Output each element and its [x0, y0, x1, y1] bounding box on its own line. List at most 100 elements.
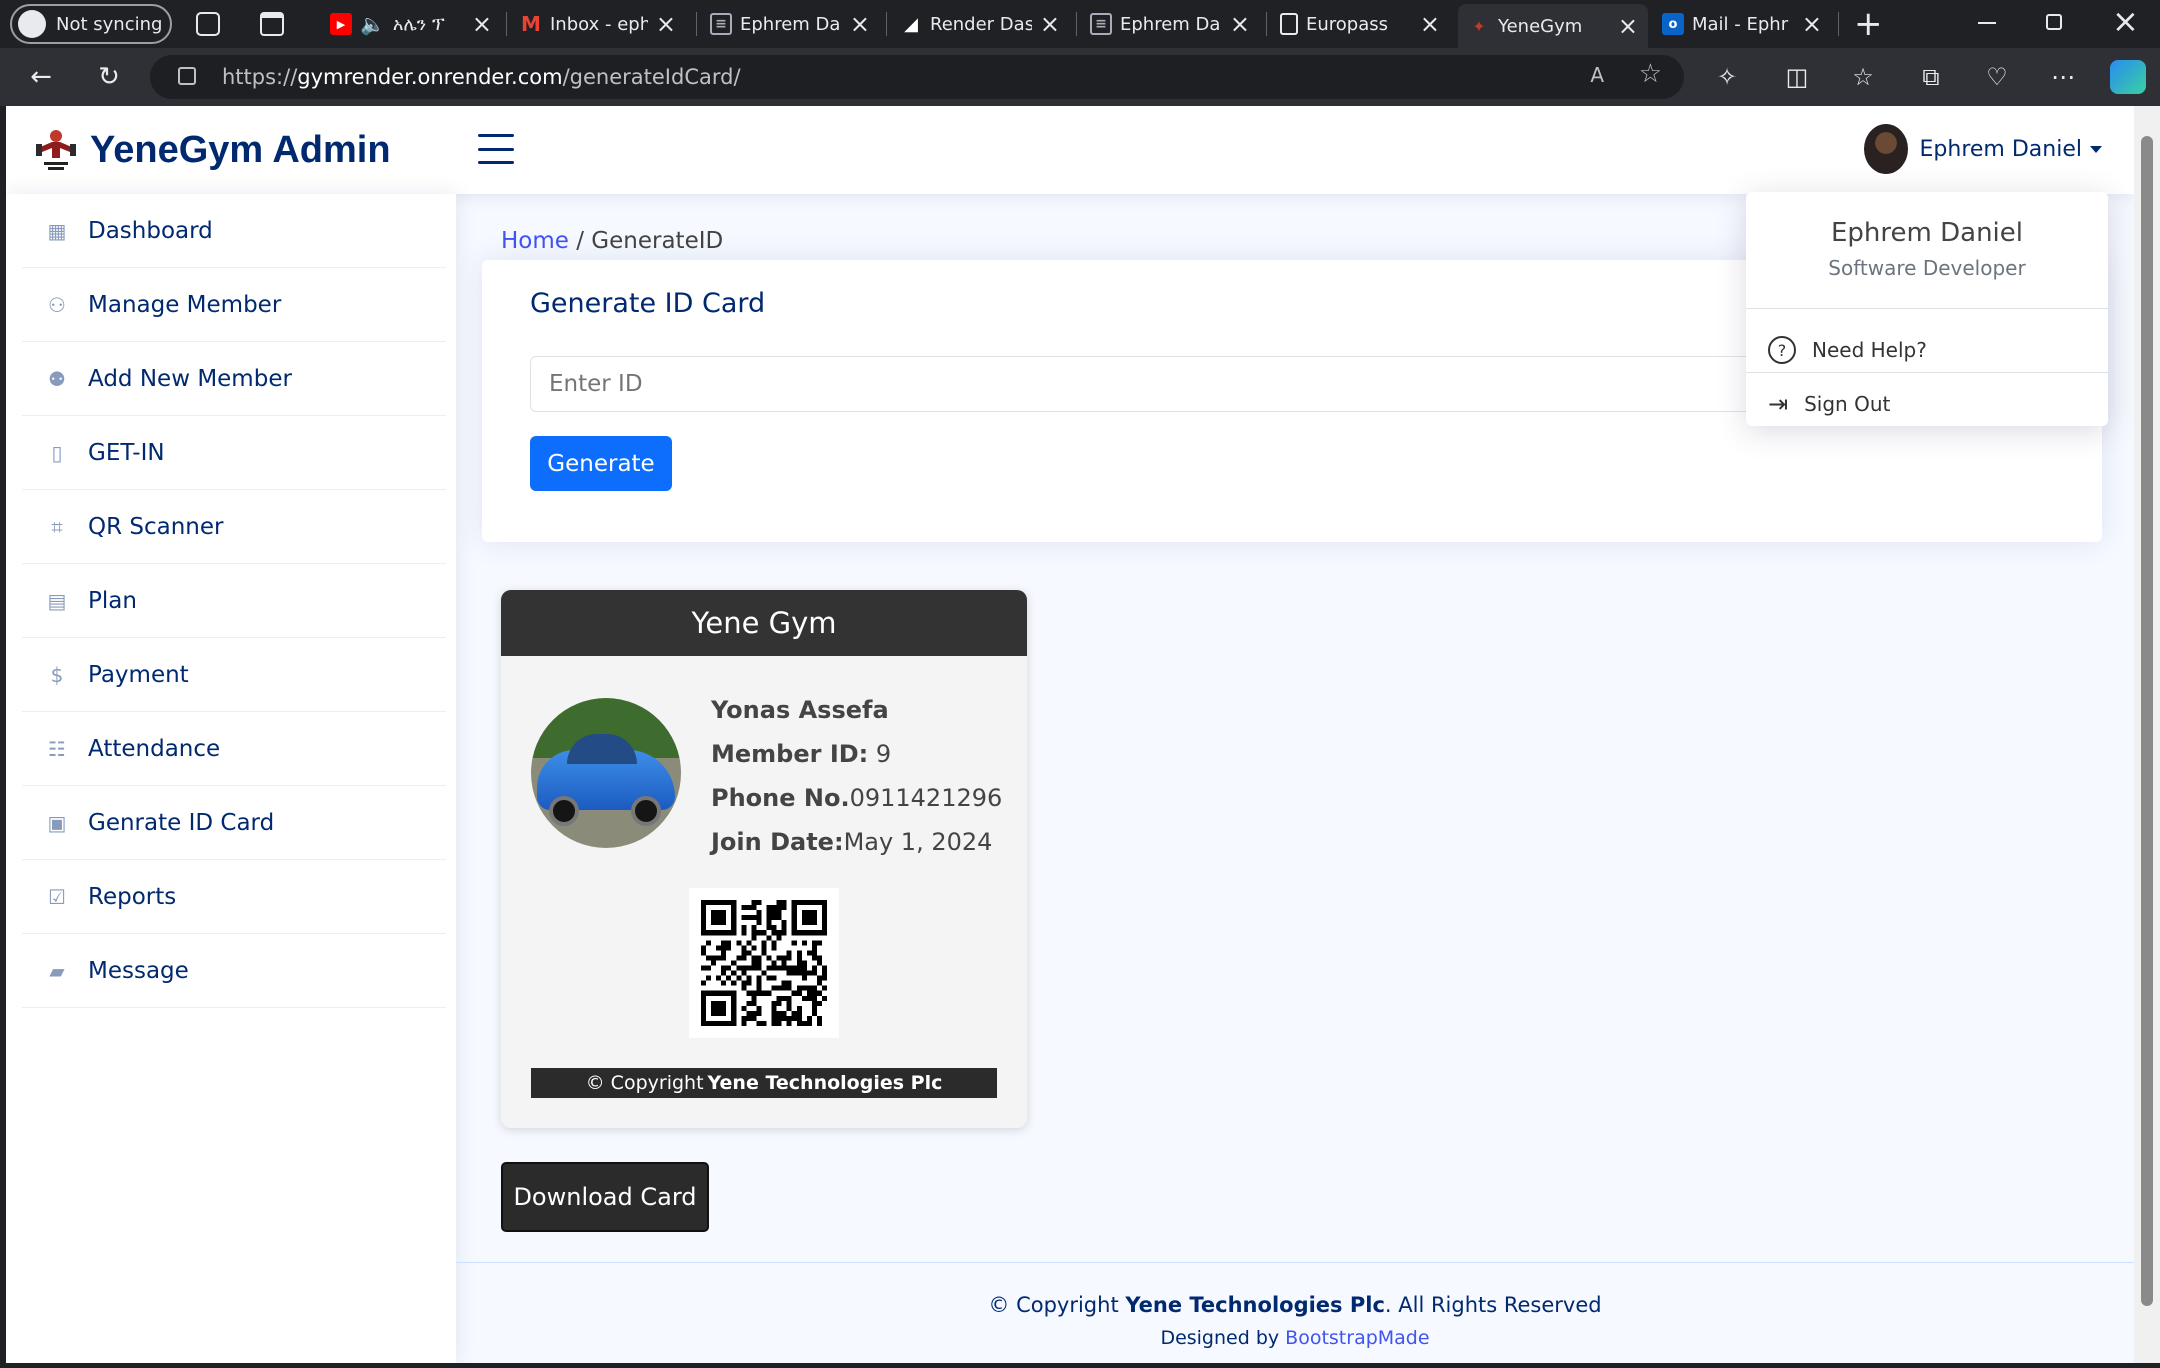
divider	[1746, 372, 2108, 373]
lock-icon	[178, 67, 196, 85]
question-circle-icon: ?	[1768, 336, 1796, 364]
split-screen-icon[interactable]: ◫	[1780, 60, 1814, 94]
url-field[interactable]: https://gymrender.onrender.com/generateI…	[150, 55, 1684, 99]
profile-dropdown-toggle[interactable]: Ephrem Daniel	[1863, 124, 2102, 174]
favorite-star-icon[interactable]: ☆	[1639, 59, 1662, 89]
sidebar-item-add-new-member[interactable]: ⚉ Add New Member	[22, 342, 446, 416]
sidebar-item-generate-id-card[interactable]: ▣ Genrate ID Card	[22, 786, 446, 860]
close-tab-icon[interactable]: ×	[1618, 12, 1638, 40]
tab-youtube[interactable]: ▶ 🔈 አሌን ፕ ×	[320, 6, 502, 42]
sidebar-item-payment[interactable]: $ Payment	[22, 638, 446, 712]
member-id-value: 9	[868, 740, 892, 768]
logo[interactable]: YeneGym Admin	[34, 128, 391, 172]
sidebar-item-message[interactable]: ▰ Message	[22, 934, 446, 1008]
read-aloud-icon[interactable]: A	[1590, 63, 1604, 87]
bootstrapmade-link[interactable]: BootstrapMade	[1285, 1327, 1429, 1349]
person-add-icon: ⚉	[48, 366, 66, 391]
avatar	[1863, 124, 1908, 174]
hamburger-menu-icon[interactable]	[478, 134, 514, 164]
chat-icon: ▰	[49, 958, 65, 983]
phone-value: 0911421296	[849, 784, 1003, 812]
tab-gmail[interactable]: M Inbox - eph ×	[510, 6, 686, 42]
tab-actions-icon[interactable]	[260, 12, 284, 36]
collections-icon[interactable]: ⧉	[1914, 60, 1948, 94]
need-help-item[interactable]: ? Need Help?	[1768, 330, 1927, 370]
close-tab-icon[interactable]: ×	[1040, 10, 1060, 38]
speaker-icon[interactable]: 🔈	[360, 12, 385, 36]
list-card-icon: ☷	[48, 736, 66, 761]
sidebar: ▦ Dashboard ⚇ Manage Member ⚉ Add New Membe…	[6, 194, 456, 1363]
check-file-icon: ☑	[48, 884, 66, 909]
refresh-icon[interactable]: ↻	[92, 60, 126, 94]
extensions-icon[interactable]: ✧	[1710, 60, 1744, 94]
tab-separator	[886, 12, 887, 36]
menu-user-name: Ephrem Daniel	[1831, 218, 2023, 248]
minimize-icon[interactable]	[1978, 22, 1996, 24]
browser-tab-bar: Not syncing ▶ 🔈 አሌን ፕ × M Inbox - eph × …	[0, 0, 2160, 48]
grid-icon: ▦	[47, 218, 67, 243]
tab-europass[interactable]: Europass ×	[1270, 6, 1450, 42]
qr-code	[689, 888, 839, 1038]
car-wheel	[631, 796, 661, 826]
member-name: Yonas Assefa	[711, 696, 889, 724]
outlook-icon: o	[1662, 13, 1684, 35]
close-tab-icon[interactable]: ×	[472, 10, 492, 38]
profile-button[interactable]: Not syncing	[10, 4, 172, 44]
people-icon: ⚇	[48, 292, 66, 317]
id-card-header: Yene Gym	[501, 590, 1027, 656]
join-date-value: May 1, 2024	[843, 828, 993, 856]
tab-doc-1[interactable]: ≡ Ephrem Dar ×	[700, 6, 880, 42]
tab-separator	[1266, 12, 1267, 36]
restore-icon[interactable]	[2046, 14, 2062, 30]
page-icon	[1280, 13, 1298, 35]
sign-out-item[interactable]: ⇥ Sign Out	[1768, 384, 1890, 424]
member-id-card: Yene Gym Yonas Assefa Member ID: 9 Phone…	[501, 590, 1027, 1128]
user-name: Ephrem Daniel	[1919, 136, 2082, 162]
favorites-icon[interactable]: ☆	[1846, 60, 1880, 94]
tab-separator	[506, 12, 507, 36]
close-tab-icon[interactable]: ×	[656, 10, 676, 38]
close-window-icon[interactable]: ×	[2112, 2, 2139, 40]
sidebar-item-manage-member[interactable]: ⚇ Manage Member	[22, 268, 446, 342]
tab-render[interactable]: ◢ Render Dasl ×	[890, 6, 1070, 42]
member-id-input[interactable]	[530, 356, 1760, 412]
performance-icon[interactable]: ♡	[1980, 60, 2014, 94]
fitness-gym-logo-icon	[34, 128, 78, 172]
close-tab-icon[interactable]: ×	[1420, 10, 1440, 38]
tab-separator	[696, 12, 697, 36]
tab-yenegym[interactable]: ✦ YeneGym ×	[1458, 4, 1648, 48]
gmail-icon: M	[521, 12, 541, 36]
new-tab-icon[interactable]: +	[1854, 4, 1883, 44]
sidebar-item-plan[interactable]: ▤ Plan	[22, 564, 446, 638]
id-badge-icon: ▣	[47, 810, 67, 835]
sidebar-item-dashboard[interactable]: ▦ Dashboard	[22, 194, 446, 268]
page-title: Generate ID Card	[530, 288, 766, 319]
workspaces-icon[interactable]	[196, 12, 220, 36]
sign-out-icon: ⇥	[1768, 390, 1789, 418]
tab-doc-2[interactable]: ≡ Ephrem Dar ×	[1080, 6, 1260, 42]
sidebar-item-get-in[interactable]: ▯ GET-IN	[22, 416, 446, 490]
sidebar-item-qr-scanner[interactable]: ⌗ QR Scanner	[22, 490, 446, 564]
sidebar-item-attendance[interactable]: ☷ Attendance	[22, 712, 446, 786]
close-tab-icon[interactable]: ×	[1802, 10, 1822, 38]
dollar-icon: $	[50, 662, 64, 687]
generate-button[interactable]: Generate	[530, 436, 672, 491]
close-tab-icon[interactable]: ×	[850, 10, 870, 38]
id-card-copyright: © Copyright Yene Technologies Plc	[531, 1068, 997, 1098]
page-scrollbar[interactable]	[2134, 106, 2160, 1363]
tab-separator	[1076, 12, 1077, 36]
close-tab-icon[interactable]: ×	[1230, 10, 1250, 38]
download-card-button[interactable]: Download Card	[501, 1162, 709, 1232]
copilot-icon[interactable]	[2110, 60, 2146, 94]
divider	[1746, 308, 2108, 309]
site-header: YeneGym Admin Ephrem Daniel	[6, 106, 2134, 194]
tab-separator	[1838, 12, 1839, 36]
scrollbar-thumb[interactable]	[2141, 136, 2153, 1306]
back-icon[interactable]: ←	[24, 60, 58, 94]
member-info: Yonas Assefa Member ID: 9 Phone No.09114…	[711, 696, 1003, 856]
profile-avatar-icon	[18, 10, 46, 38]
breadcrumb-home-link[interactable]: Home	[501, 228, 569, 254]
more-icon[interactable]: ⋯	[2046, 60, 2080, 94]
tab-outlook[interactable]: o Mail - Ephr ×	[1652, 6, 1832, 42]
sidebar-item-reports[interactable]: ☑ Reports	[22, 860, 446, 934]
